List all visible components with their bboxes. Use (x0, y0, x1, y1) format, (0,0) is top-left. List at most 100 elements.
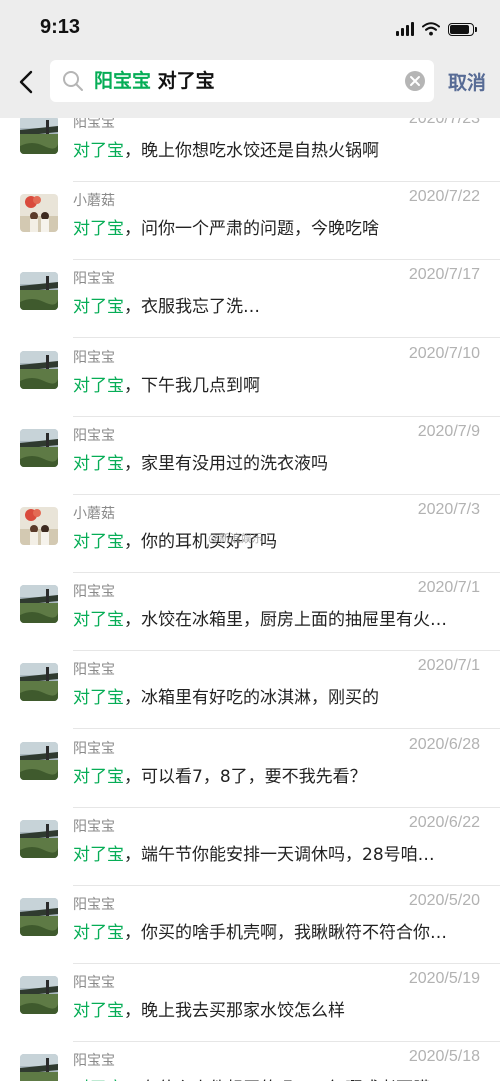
contact-avatar-icon (20, 898, 58, 936)
message-date: 2020/7/23 (408, 118, 480, 127)
contact-name: 阳宝宝 (73, 818, 115, 835)
message-snippet: 对了宝，问你一个严肃的问题，今晚吃啥 (73, 214, 483, 239)
matched-keyword: 对了宝 (73, 610, 124, 631)
contact-name: 阳宝宝 (73, 897, 115, 913)
search-result-row[interactable]: 阳宝宝 2020/7/10 对了宝，下午我几点到啊 (0, 339, 500, 417)
contact-avatar (20, 428, 58, 467)
message-text: ，下午我几点到啊 (124, 375, 260, 396)
message-date: 2020/7/22 (408, 188, 480, 206)
status-time: 9:13 (40, 16, 81, 38)
contact-name: 小蘑菇 (73, 506, 115, 522)
contact-avatar-icon (20, 976, 58, 1015)
status-bar: 9:13 (0, 0, 500, 56)
search-result-row[interactable]: 阳宝宝 2020/7/1 对了宝，水饺在冰箱里，厨房上面的抽屉里有火… (0, 573, 500, 652)
message-snippet: 对了宝，可以看7，8了，要不我先看？ (73, 762, 483, 787)
status-icons (396, 20, 477, 38)
watermark: @新浪娱乐 (208, 532, 263, 545)
contact-name: 阳宝宝 (73, 118, 115, 131)
matched-keyword: 对了宝 (73, 688, 124, 709)
search-result-row[interactable]: 阳宝宝 2020/7/1 对了宝，冰箱里有好吃的冰淇淋，刚买的 (0, 651, 500, 730)
cancel-button[interactable]: 取消 (448, 68, 486, 95)
message-text: ，端午节你能安排一天调休吗，28号咱… (124, 844, 435, 865)
message-text: ，问你一个严肃的问题，今晚吃啥 (124, 219, 379, 240)
wifi-icon (422, 22, 440, 36)
chevron-left-icon (19, 70, 33, 94)
search-result-row[interactable]: 阳宝宝 2020/7/17 对了宝，衣服我忘了洗… (0, 260, 500, 339)
contact-avatar-icon (20, 272, 58, 311)
message-date: 2020/6/28 (408, 735, 480, 753)
contact-avatar-icon (20, 741, 58, 780)
matched-keyword: 对了宝 (73, 766, 124, 787)
search-result-row[interactable]: 阳宝宝 2020/7/9 对了宝，家里有没用过的洗衣液吗 (0, 417, 500, 495)
contact-avatar-icon (20, 428, 58, 467)
search-row: 阳宝宝 对了宝 取消 (0, 56, 500, 108)
matched-keyword: 对了宝 (73, 923, 124, 943)
message-snippet: 对了宝，家里有没用过的洗衣液吗 (73, 449, 483, 474)
contact-name: 小蘑菇 (73, 193, 115, 210)
matched-keyword: 对了宝 (73, 297, 124, 318)
message-date: 2020/6/22 (408, 813, 480, 831)
contact-avatar (20, 272, 58, 311)
message-date: 2020/5/18 (408, 1048, 480, 1066)
contact-name: 阳宝宝 (73, 271, 115, 288)
search-input[interactable]: 阳宝宝 对了宝 (50, 60, 434, 102)
search-result-row[interactable]: 小蘑菇 2020/7/22 对了宝，问你一个严肃的问题，今晚吃啥 (0, 182, 500, 261)
message-date: 2020/5/20 (408, 892, 480, 909)
contact-name: 阳宝宝 (73, 975, 115, 992)
contact-avatar-icon (20, 194, 58, 233)
contact-avatar-icon (20, 507, 58, 545)
contact-avatar-icon (20, 819, 58, 858)
contact-avatar (20, 585, 58, 624)
battery-icon (448, 22, 477, 36)
search-query-contact: 阳宝宝 (94, 70, 152, 92)
search-result-row[interactable]: 阳宝宝 2020/5/18 对了宝，有什么小件想买的吗，口红啊或者面膜… (0, 1042, 500, 1081)
contact-avatar-icon (20, 585, 58, 624)
search-result-row[interactable]: 阳宝宝 2020/5/19 对了宝，晚上我去买那家水饺怎么样 (0, 964, 500, 1043)
contact-name: 阳宝宝 (73, 740, 115, 757)
contact-avatar (20, 819, 58, 858)
contact-avatar (20, 350, 58, 389)
search-result-row[interactable]: 阳宝宝 2020/5/20 对了宝，你买的啥手机壳啊，我瞅瞅符不符合你… (0, 886, 500, 964)
message-date: 2020/7/17 (408, 266, 480, 284)
message-snippet: 对了宝，冰箱里有好吃的冰淇淋，刚买的 (73, 683, 483, 708)
message-text: ，可以看7，8了，要不我先看？ (124, 766, 367, 787)
contact-name: 阳宝宝 (73, 1053, 115, 1070)
search-icon (63, 71, 83, 91)
contact-avatar (20, 741, 58, 780)
message-text: ，水饺在冰箱里，厨房上面的抽屉里有火… (124, 610, 447, 631)
clear-search-icon[interactable] (404, 70, 426, 92)
contact-name: 阳宝宝 (73, 427, 115, 444)
message-date: 2020/7/1 (417, 657, 480, 675)
message-text: ，冰箱里有好吃的冰淇淋，刚买的 (124, 688, 379, 709)
contact-name: 阳宝宝 (73, 584, 115, 601)
contact-avatar (20, 898, 58, 936)
matched-keyword: 对了宝 (73, 219, 124, 240)
message-snippet: 对了宝，端午节你能安排一天调休吗，28号咱… (73, 840, 483, 865)
search-query-keyword: 对了宝 (151, 70, 215, 92)
cellular-signal-icon (396, 22, 414, 36)
search-result-row[interactable]: 阳宝宝 2020/6/28 对了宝，可以看7，8了，要不我先看？ (0, 730, 500, 808)
contact-avatar (20, 663, 58, 702)
message-text: ，家里有没用过的洗衣液吗 (124, 453, 328, 474)
message-snippet: 对了宝，水饺在冰箱里，厨房上面的抽屉里有火… (73, 605, 483, 630)
search-result-row[interactable]: 阳宝宝 2020/7/23 对了宝，晚上你想吃水饺还是自热火锅啊 (0, 118, 500, 182)
search-result-row[interactable]: 阳宝宝 2020/6/22 对了宝，端午节你能安排一天调休吗，28号咱… (0, 808, 500, 886)
search-results-list: 阳宝宝 2020/7/23 对了宝，晚上你想吃水饺还是自热火锅啊小蘑菇 2020/7/… (0, 118, 500, 1081)
contact-avatar (20, 194, 58, 233)
message-date: 2020/7/10 (408, 344, 480, 362)
search-query: 阳宝宝 对了宝 (94, 69, 215, 93)
contact-avatar (20, 118, 58, 154)
message-text: ，晚上我去买那家水饺怎么样 (124, 1001, 345, 1022)
back-button[interactable] (14, 64, 38, 100)
message-date: 2020/5/19 (408, 970, 480, 988)
message-snippet: 对了宝，晚上你想吃水饺还是自热火锅啊 (73, 136, 483, 161)
message-snippet: 对了宝，有什么小件想买的吗，口红啊或者面膜… (73, 1074, 483, 1081)
contact-avatar (20, 507, 58, 545)
matched-keyword: 对了宝 (73, 532, 124, 552)
contact-name: 阳宝宝 (73, 349, 115, 366)
contact-name: 阳宝宝 (73, 662, 115, 679)
message-snippet: 对了宝，下午我几点到啊 (73, 371, 483, 396)
contact-avatar-icon (20, 118, 58, 154)
message-date: 2020/7/9 (417, 422, 480, 440)
message-snippet: 对了宝，衣服我忘了洗… (73, 292, 483, 317)
